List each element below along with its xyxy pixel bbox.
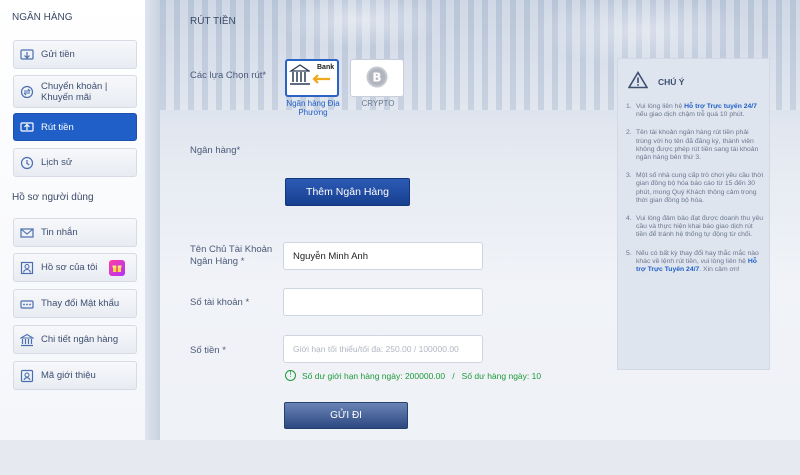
sidebar-item-label: Chi tiết ngân hàng [41,334,119,345]
notice-text: . Xin cảm ơn! [699,266,740,274]
bank-detail-icon [20,333,34,347]
sidebar-item-label: Lịch sử [41,157,73,168]
amount-label: Số tiền * [190,345,226,356]
account-name-input[interactable]: Nguyễn Minh Anh [283,242,483,270]
notice-text: Tên tài khoản ngân hàng rút tiền phải tr… [636,129,759,162]
support-link[interactable]: Hỗ trợ Trực tuyến 24/7 [684,103,757,110]
daily-balance-info: ! Số dư giới hạn hàng ngày: 200000.00 / … [285,370,541,381]
sidebar-item-referral[interactable]: Mã giới thiệu [13,361,137,390]
sidebar-bank-heading: NGÂN HÀNG [12,12,73,23]
sidebar-item-bank-details[interactable]: Chi tiết ngân hàng [13,325,137,354]
option-local-bank[interactable]: Bank [285,59,339,97]
notice-item: 3. Một số nhà cung cấp trò chơi yêu cầu … [626,172,764,205]
notice-number: 3. [626,172,632,180]
option-crypto-caption: CRYPTO [361,99,395,108]
account-number-label: Số tài khoản * [190,297,250,308]
sidebar-item-label: Chuyển khoản | Khuyến mãi [41,80,108,103]
sidebar-item-label: Rút tiền [41,121,74,133]
notice-number: 2. [626,129,632,137]
notice-title: CHÚ Ý [658,76,685,87]
option-local-bank-caption: Ngân hàng Địa Phương [286,99,340,117]
notice-item: 1. Vui lòng liên hệ Hỗ trợ Trực tuyến 24… [626,103,764,119]
bitcoin-icon: B [365,65,389,92]
sidebar-item-profile[interactable]: Hồ sơ của tôi [13,253,137,282]
notice-panel: CHÚ Ý 1. Vui lòng liên hệ Hỗ trợ Trực tu… [617,58,770,370]
sidebar-item-deposit[interactable]: Gửi tiền [13,40,137,69]
sidebar-item-label: Mã giới thiệu [41,370,96,381]
notice-text: Một số nhà cung cấp trò chơi yêu cầu thờ… [636,172,764,204]
bank-label: Ngân hàng* [190,145,241,156]
sidebar-item-change-password[interactable]: Thay đổi Mật khẩu [13,289,137,318]
password-icon [20,297,34,311]
withdraw-icon [20,120,34,134]
daily-balance-text: Số dư giới hạn hàng ngày: 200000.00 / Số… [302,370,542,381]
amount-input[interactable]: Giới hạn tối thiểu/tối đa: 250.00 / 1000… [283,335,483,363]
sidebar-profile-heading: Hồ sơ người dùng [12,192,94,203]
footer-band [0,440,800,475]
account-name-label: Tên Chủ Tài Khoản Ngân Hàng * [190,244,273,267]
notice-text: Nếu có bất kỳ thay đổi hay thắc mắc nào … [636,249,759,265]
submit-button[interactable]: GỬI ĐI [284,402,408,429]
deposit-icon [20,48,34,62]
gift-icon [109,259,126,276]
notice-item: 4. Vui lòng đảm bảo đạt được doanh thu y… [626,215,764,240]
history-icon [20,156,34,170]
notice-number: 4. [626,215,632,223]
notice-header: CHÚ Ý [627,70,685,92]
option-crypto[interactable]: B [350,59,404,97]
sidebar-item-withdraw[interactable]: Rút tiền [13,113,137,141]
sidebar-item-transfer[interactable]: Chuyển khoản | Khuyến mãi [13,75,137,108]
transfer-icon [20,85,34,99]
sidebar-item-label: Tin nhắn [41,227,78,238]
notice-item: 5. Nếu có bất kỳ thay đổi hay thắc mắc n… [626,250,764,275]
sidebar-item-label: Thay đổi Mật khẩu [41,298,120,309]
sidebar-item-messages[interactable]: Tin nhắn [13,218,137,247]
add-bank-button[interactable]: Thêm Ngân Hàng [285,178,410,206]
page-title: RÚT TIỀN [190,16,236,27]
profile-icon [20,261,34,275]
sidebar-item-label: Gửi tiền [41,49,75,60]
referral-icon [20,369,34,383]
withdraw-options-label: Các lựa Chọn rút* [190,70,267,81]
notice-list: 1. Vui lòng liên hệ Hỗ trợ Trực tuyến 24… [626,103,764,284]
notice-item: 2. Tên tài khoản ngân hàng rút tiền phải… [626,129,764,162]
sidebar-item-history[interactable]: Lịch sử [13,148,137,177]
notice-number: 5. [626,249,632,257]
notice-text: Vui lòng liên hệ [636,103,685,110]
sidebar-item-label: Hồ sơ của tôi [41,262,98,273]
warning-icon [627,70,649,92]
mail-icon [20,226,34,240]
notice-text: Vui lòng đảm bảo đạt được doanh thu yêu … [636,215,764,239]
notice-number: 1. [626,103,632,110]
info-check-icon: ! [285,370,296,381]
account-number-input[interactable] [283,288,483,316]
bank-badge: Bank [317,64,335,71]
notice-text: nếu giao dịch chậm trễ quá 10 phút. [636,111,745,119]
sidebar-edge [145,0,160,440]
svg-text:B: B [372,70,381,84]
